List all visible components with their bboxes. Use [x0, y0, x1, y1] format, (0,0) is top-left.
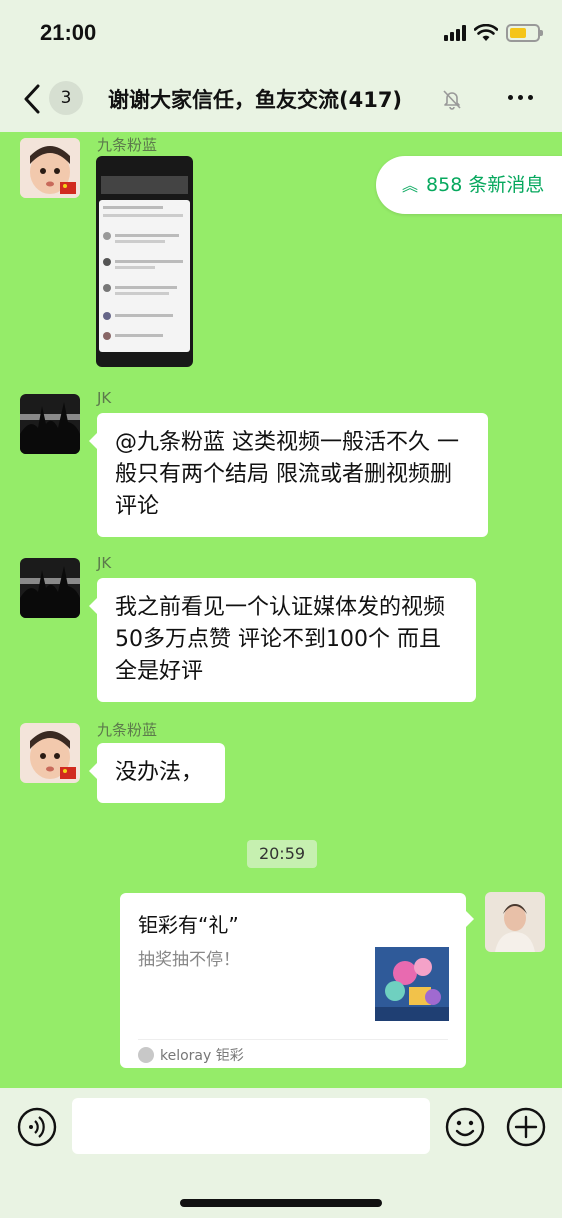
sender-name: 九条粉蓝	[97, 136, 158, 154]
chat-title[interactable]: 谢谢大家信任，鱼友交流(417)	[108, 84, 402, 114]
source-logo-icon	[138, 1047, 154, 1063]
message-bubble[interactable]: 没办法，	[89, 743, 225, 803]
status-icons	[444, 24, 543, 42]
share-card[interactable]: 钜彩有“礼” 抽奖抽不停！ keloray 钜彩	[120, 893, 474, 1068]
home-indicator	[180, 1199, 382, 1207]
new-messages-label: 858 条新消息	[426, 174, 545, 196]
card-title: 钜彩有“礼”	[138, 913, 239, 937]
avatar[interactable]	[20, 723, 80, 783]
card-source-label: keloray 钜彩	[160, 1048, 244, 1064]
more-icon[interactable]	[508, 86, 536, 108]
avatar[interactable]	[20, 138, 80, 198]
unread-count-badge[interactable]: 3	[49, 81, 83, 115]
input-bar	[0, 1088, 562, 1218]
message-input[interactable]	[72, 1098, 430, 1154]
card-source: keloray 钜彩	[138, 1045, 244, 1065]
card-description: 抽奖抽不停！	[138, 950, 240, 970]
status-bar: 21:00	[0, 0, 562, 66]
image-message[interactable]	[96, 156, 193, 367]
card-thumbnail	[375, 947, 449, 1021]
wifi-icon	[474, 24, 498, 41]
battery-icon	[506, 24, 543, 42]
signal-icon	[444, 25, 466, 41]
sender-name: JK	[97, 554, 112, 572]
card-divider	[138, 1039, 448, 1040]
voice-icon[interactable]	[16, 1106, 58, 1148]
avatar[interactable]	[20, 394, 80, 454]
new-messages-button[interactable]: ︽ 858 条新消息	[376, 156, 562, 214]
double-chevron-up-icon: ︽	[402, 176, 419, 195]
mute-icon	[443, 90, 461, 110]
time-separator: 20:59	[247, 840, 317, 868]
plus-icon[interactable]	[505, 1106, 547, 1148]
sender-name: 九条粉蓝	[97, 721, 158, 739]
back-icon[interactable]	[18, 82, 48, 116]
chat-header: 3 谢谢大家信任，鱼友交流(417)	[0, 66, 562, 132]
message-bubble[interactable]: 我之前看见一个认证媒体发的视频50多万点赞 评论不到100个 而且全是好评	[89, 578, 476, 702]
status-time: 21:00	[40, 20, 97, 45]
emoji-icon[interactable]	[444, 1106, 486, 1148]
avatar[interactable]	[485, 892, 545, 952]
avatar[interactable]	[20, 558, 80, 618]
sender-name: JK	[97, 389, 112, 407]
message-bubble[interactable]: @九条粉蓝 这类视频一般活不久 一般只有两个结局 限流或者删视频删评论	[89, 413, 488, 537]
